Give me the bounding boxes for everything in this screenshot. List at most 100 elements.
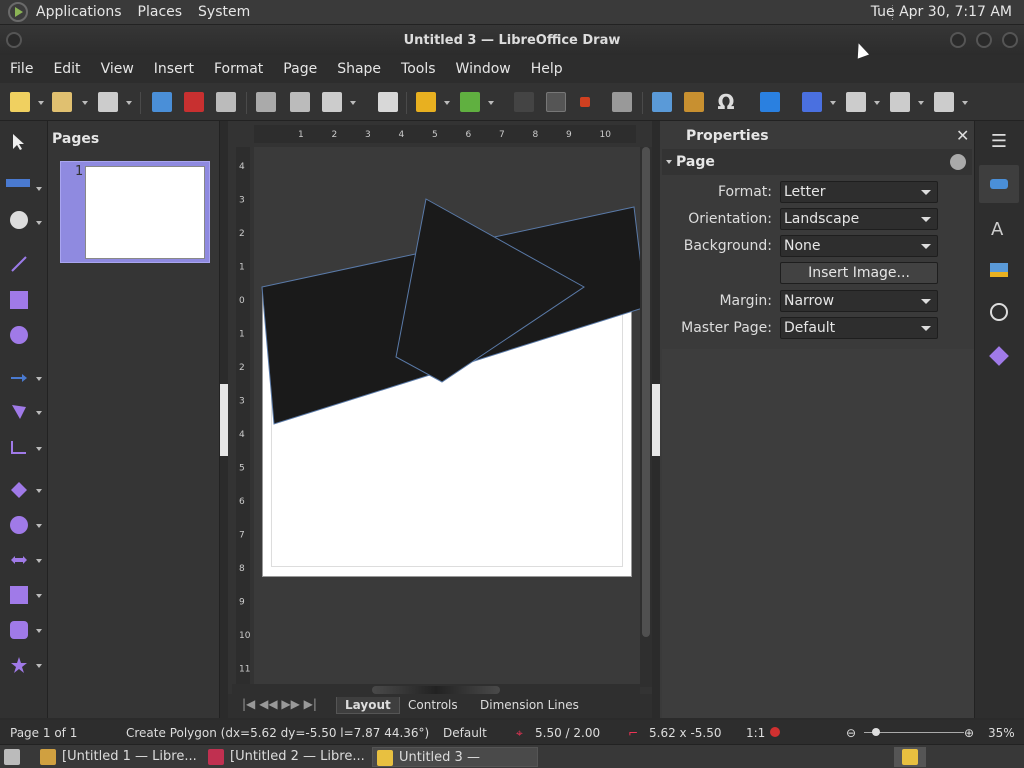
zoom-pan-icon[interactable] (580, 97, 590, 107)
zoom-percent[interactable]: 35% (988, 726, 1015, 740)
tab-dimension-lines[interactable]: Dimension Lines (472, 697, 587, 713)
page-section-header[interactable]: Page (662, 149, 972, 175)
copy-icon[interactable] (290, 92, 310, 112)
arrow-line-dropdown-icon[interactable] (36, 377, 42, 381)
special-character-icon[interactable]: Ω (716, 92, 736, 112)
minimize-icon[interactable] (950, 32, 966, 48)
grid-icon[interactable] (514, 92, 534, 112)
menu-view[interactable]: View (91, 61, 144, 77)
window-menu-icon[interactable] (6, 32, 22, 48)
callouts-icon[interactable] (10, 621, 28, 639)
line-color-dropdown-icon[interactable] (36, 187, 42, 191)
insert-textbox-icon[interactable] (684, 92, 704, 112)
fontwork-icon[interactable] (760, 92, 780, 112)
stars-dropdown-icon[interactable] (36, 664, 42, 668)
document-modified-icon[interactable] (770, 727, 780, 737)
page-thumbnail-selected[interactable]: 1 (60, 161, 210, 263)
open-folder-icon[interactable] (52, 92, 72, 112)
vertical-ruler[interactable]: 4 3 2 1 0 1 2 3 4 5 6 7 8 9 10 11 (236, 147, 251, 687)
select-icon[interactable] (10, 133, 28, 151)
transformations-dropdown-icon[interactable] (830, 101, 836, 105)
workspace-switcher[interactable] (894, 747, 926, 767)
first-tab-icon[interactable]: |◀ ◀◀ ▶▶ ▶| (242, 697, 317, 711)
block-arrows-dropdown-icon[interactable] (36, 559, 42, 563)
arrange-icon[interactable] (890, 92, 910, 112)
open-dropdown-icon[interactable] (82, 101, 88, 105)
ellipse-tool-icon[interactable] (10, 326, 28, 344)
menu-tools[interactable]: Tools (391, 61, 446, 77)
transformations-icon[interactable] (802, 92, 822, 112)
show-desktop-icon[interactable] (0, 747, 34, 767)
menu-insert[interactable]: Insert (144, 61, 204, 77)
styles-deck-icon[interactable]: A (979, 209, 1019, 247)
taskbar-item-untitled-2[interactable]: [Untitled 2 — Libre... (204, 747, 370, 767)
line-color-icon[interactable] (6, 179, 30, 187)
redo-dropdown-icon[interactable] (488, 101, 494, 105)
fill-color-icon[interactable] (10, 211, 28, 229)
symbol-shapes-icon[interactable] (10, 516, 28, 534)
right-pane-splitter[interactable] (652, 384, 660, 456)
menu-format[interactable]: Format (204, 61, 273, 77)
distribute-icon[interactable] (934, 92, 954, 112)
new-document-icon[interactable] (10, 92, 30, 112)
background-select[interactable]: None (780, 235, 938, 257)
drawing-canvas[interactable] (254, 147, 640, 687)
symbol-shapes-dropdown-icon[interactable] (36, 524, 42, 528)
arrow-line-icon[interactable] (10, 369, 28, 387)
places-menu[interactable]: Places (130, 4, 191, 20)
qr-code-icon[interactable] (612, 92, 632, 112)
flowchart-icon[interactable] (10, 586, 28, 604)
save-dropdown-icon[interactable] (126, 101, 132, 105)
scale-status[interactable]: 1:1 (746, 726, 765, 740)
left-pane-splitter[interactable] (220, 384, 228, 456)
tab-controls[interactable]: Controls (400, 697, 466, 713)
arrange-dropdown-icon[interactable] (918, 101, 924, 105)
menu-page[interactable]: Page (273, 61, 327, 77)
undo-dropdown-icon[interactable] (444, 101, 450, 105)
line-tool-icon[interactable] (10, 255, 28, 273)
collapse-arrow-icon[interactable] (666, 160, 672, 164)
clock[interactable]: Tue Apr 30, 7:17 AM (871, 4, 1012, 20)
insert-image-icon[interactable] (652, 92, 672, 112)
cut-icon[interactable] (256, 92, 276, 112)
gallery-deck-icon[interactable] (979, 251, 1019, 289)
helplines-icon[interactable] (546, 92, 566, 112)
flowchart-dropdown-icon[interactable] (36, 594, 42, 598)
distribute-dropdown-icon[interactable] (962, 101, 968, 105)
redo-icon[interactable] (460, 92, 480, 112)
margin-select[interactable]: Narrow (780, 290, 938, 312)
undo-icon[interactable] (416, 92, 436, 112)
gear-icon[interactable] (950, 154, 966, 170)
polygon-tool-icon[interactable] (10, 403, 28, 421)
taskbar-item-untitled-1[interactable]: [Untitled 1 — Libre... (36, 747, 202, 767)
window-titlebar[interactable]: Untitled 3 — LibreOffice Draw (0, 25, 1024, 55)
system-menu[interactable]: System (190, 4, 258, 20)
new-dropdown-icon[interactable] (38, 101, 44, 105)
close-icon[interactable]: ✕ (956, 126, 969, 145)
basic-shapes-dropdown-icon[interactable] (36, 489, 42, 493)
insert-image-button[interactable]: Insert Image... (780, 262, 938, 284)
vertical-scrollbar[interactable] (640, 147, 652, 687)
taskbar-item-untitled-3[interactable]: Untitled 3 — LibreO... (372, 747, 538, 767)
gnome-foot-icon[interactable] (8, 2, 28, 22)
menu-shape[interactable]: Shape (327, 61, 391, 77)
export-pdf-icon[interactable] (184, 92, 204, 112)
properties-deck-icon[interactable] (979, 165, 1019, 203)
stars-icon[interactable] (10, 656, 28, 674)
connector-tool-icon[interactable] (10, 439, 28, 457)
print-icon[interactable] (216, 92, 236, 112)
menu-window[interactable]: Window (446, 61, 521, 77)
clone-formatting-icon[interactable] (378, 92, 398, 112)
menu-help[interactable]: Help (521, 61, 573, 77)
align-dropdown-icon[interactable] (874, 101, 880, 105)
menu-file[interactable]: File (0, 61, 43, 77)
maximize-icon[interactable] (976, 32, 992, 48)
master-page-select[interactable]: Default (780, 317, 938, 339)
menu-edit[interactable]: Edit (43, 61, 90, 77)
save-icon[interactable] (98, 92, 118, 112)
paste-dropdown-icon[interactable] (350, 101, 356, 105)
applications-menu[interactable]: Applications (28, 4, 130, 20)
horizontal-ruler[interactable]: 1 2 3 4 5 6 7 8 9 10 (254, 125, 636, 143)
zoom-out-icon[interactable]: ⊖ (846, 726, 856, 740)
horizontal-scrollbar-thumb[interactable] (372, 686, 500, 694)
